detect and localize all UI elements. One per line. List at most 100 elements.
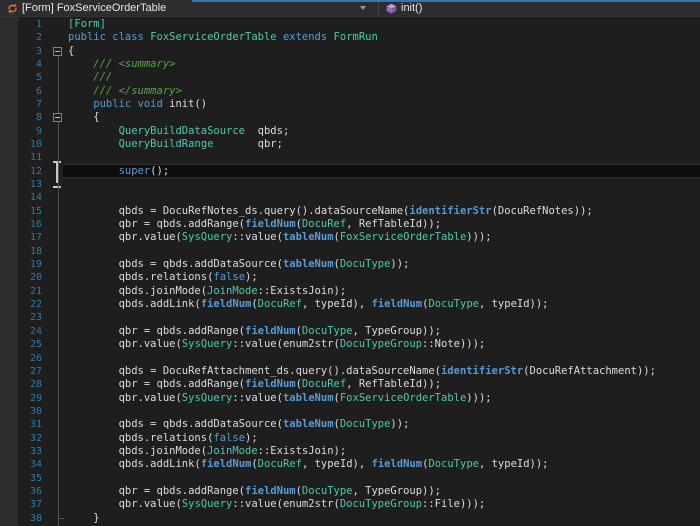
code-line[interactable]: 31 qbds = qbds.addDataSource(tableNum(Do… [0, 418, 700, 432]
code-line-text[interactable]: qbr.value(SysQuery::value(tableNum(FoxSe… [68, 392, 492, 405]
line-number[interactable]: 14 [18, 191, 42, 204]
code-line[interactable]: 17 qbr.value(SysQuery::value(tableNum(Fo… [0, 231, 700, 245]
code-line[interactable]: 10 QueryBuildRange qbr; [0, 138, 700, 152]
line-number[interactable]: 36 [18, 485, 42, 498]
code-line[interactable]: 12 super(); [0, 163, 700, 179]
code-line-text[interactable]: qbds.addLink(fieldNum(DocuRef, typeId), … [68, 458, 549, 471]
code-line[interactable]: 8 { [0, 111, 700, 125]
line-number[interactable]: 32 [18, 432, 42, 445]
line-number[interactable]: 26 [18, 352, 42, 365]
code-line[interactable]: 20 qbds.relations(false); [0, 271, 700, 285]
code-line[interactable]: 38 } [0, 512, 700, 526]
line-number[interactable]: 2 [18, 31, 42, 44]
member-dropdown[interactable]: init() [379, 0, 700, 16]
line-number[interactable]: 37 [18, 498, 42, 511]
code-line-text[interactable]: /// [68, 71, 112, 84]
code-line[interactable]: 1 [Form] [0, 18, 700, 32]
code-line[interactable]: 37 qbr.value(SysQuery::value(enum2str(Do… [0, 498, 700, 512]
line-number[interactable]: 16 [18, 218, 42, 231]
code-line[interactable]: 6 /// </summary> [0, 85, 700, 99]
code-line-text[interactable]: public class FoxServiceOrderTable extend… [68, 31, 378, 44]
code-line[interactable]: 33 qbds.joinMode(JoinMode::ExistsJoin); [0, 445, 700, 459]
code-line[interactable]: 16 qbr = qbds.addRange(fieldNum(DocuRef,… [0, 218, 700, 232]
code-line-text[interactable]: qbds.relations(false); [68, 271, 258, 284]
code-line[interactable]: 3{ [0, 45, 700, 59]
line-number[interactable]: 8 [18, 111, 42, 124]
line-number[interactable]: 24 [18, 325, 42, 338]
line-number[interactable]: 21 [18, 285, 42, 298]
type-dropdown[interactable]: [Form] FoxServiceOrderTable [0, 0, 378, 16]
line-number[interactable]: 10 [18, 138, 42, 151]
code-line[interactable]: 14 [0, 191, 700, 205]
code-line-text[interactable]: qbds = qbds.addDataSource(tableNum(DocuT… [68, 258, 410, 271]
code-line[interactable]: 25 qbr.value(SysQuery::value(enum2str(Do… [0, 338, 700, 352]
code-line[interactable]: 32 qbds.relations(false); [0, 432, 700, 446]
code-line[interactable]: 23 [0, 311, 700, 325]
line-number[interactable]: 18 [18, 245, 42, 258]
code-line-text[interactable]: qbr.value(SysQuery::value(enum2str(DocuT… [68, 498, 486, 511]
line-number[interactable]: 25 [18, 338, 42, 351]
code-line[interactable]: 28 qbr = qbds.addRange(fieldNum(DocuRef,… [0, 378, 700, 392]
code-line-text[interactable]: qbr = qbds.addRange(fieldNum(DocuRef, Re… [68, 218, 441, 231]
code-line[interactable]: 15 qbds = DocuRefNotes_ds.query().dataSo… [0, 205, 700, 219]
code-line[interactable]: 7 public void init() [0, 98, 700, 112]
code-line[interactable]: 22 qbds.addLink(fieldNum(DocuRef, typeId… [0, 298, 700, 312]
code-line[interactable]: 29 qbr.value(SysQuery::value(tableNum(Fo… [0, 392, 700, 406]
line-number[interactable]: 19 [18, 258, 42, 271]
code-line[interactable]: 21 qbds.joinMode(JoinMode::ExistsJoin); [0, 285, 700, 299]
line-number[interactable]: 29 [18, 392, 42, 405]
fold-collapse-box[interactable] [53, 46, 62, 56]
code-line[interactable]: 4 /// <summary> [0, 58, 700, 72]
code-line-text[interactable]: QueryBuildRange qbr; [68, 138, 283, 151]
code-line[interactable]: 24 qbr = qbds.addRange(fieldNum(DocuType… [0, 325, 700, 339]
code-line-text[interactable]: qbds = qbds.addDataSource(tableNum(DocuT… [68, 418, 410, 431]
line-number[interactable]: 13 [18, 178, 42, 191]
line-number[interactable]: 1 [18, 18, 42, 31]
code-line[interactable]: 2 public class FoxServiceOrderTable exten… [0, 31, 700, 45]
line-number[interactable]: 6 [18, 85, 42, 98]
code-line-text[interactable]: /// </summary> [68, 85, 182, 98]
code-line-text[interactable]: qbds = DocuRefNotes_ds.query().dataSourc… [68, 205, 593, 218]
line-number[interactable]: 34 [18, 458, 42, 471]
code-line-text[interactable]: qbr.value(SysQuery::value(tableNum(FoxSe… [68, 231, 492, 244]
line-number[interactable]: 31 [18, 418, 42, 431]
code-line[interactable]: 13 [0, 178, 700, 192]
line-number[interactable]: 30 [18, 405, 42, 418]
code-line-text[interactable]: [Form] [68, 18, 106, 31]
line-number[interactable]: 12 [18, 165, 42, 178]
line-number[interactable]: 35 [18, 472, 42, 485]
code-line-text[interactable]: qbds.joinMode(JoinMode::ExistsJoin); [68, 445, 347, 458]
code-line-text[interactable]: qbr = qbds.addRange(fieldNum(DocuType, T… [68, 325, 441, 338]
code-line-text[interactable]: qbr.value(SysQuery::value(enum2str(DocuT… [68, 338, 486, 351]
code-line[interactable]: 18 [0, 245, 700, 259]
code-line-text[interactable]: qbr = qbds.addRange(fieldNum(DocuRef, Re… [68, 378, 441, 391]
code-line[interactable]: 36 qbr = qbds.addRange(fieldNum(DocuType… [0, 485, 700, 499]
line-number[interactable]: 5 [18, 71, 42, 84]
line-number[interactable]: 23 [18, 311, 42, 324]
line-number[interactable]: 4 [18, 58, 42, 71]
code-line[interactable]: 34 qbds.addLink(fieldNum(DocuRef, typeId… [0, 458, 700, 472]
line-number[interactable]: 11 [18, 151, 42, 164]
line-number[interactable]: 27 [18, 365, 42, 378]
code-line-text[interactable]: super(); [68, 165, 170, 178]
chevron-down-icon[interactable] [360, 6, 366, 10]
code-line[interactable]: 30 [0, 405, 700, 419]
line-number[interactable]: 33 [18, 445, 42, 458]
code-line-text[interactable]: qbds.relations(false); [68, 432, 258, 445]
code-line[interactable]: 26 [0, 352, 700, 366]
code-line[interactable]: 27 qbds = DocuRefAttachment_ds.query().d… [0, 365, 700, 379]
code-area[interactable]: 1 [Form] 2 public class FoxServiceOrderTabl… [0, 17, 700, 526]
line-number[interactable]: 20 [18, 271, 42, 284]
code-line[interactable]: 9 QueryBuildDataSource qbds; [0, 125, 700, 139]
code-line-text[interactable]: { [68, 45, 74, 58]
code-line[interactable]: 5 /// [0, 71, 700, 85]
code-line-text[interactable]: /// <summary> [68, 58, 175, 71]
fold-collapse-box[interactable] [53, 113, 62, 123]
line-number[interactable]: 3 [18, 45, 42, 58]
code-line-text[interactable]: qbds.addLink(fieldNum(DocuRef, typeId), … [68, 298, 549, 311]
code-line[interactable]: 19 qbds = qbds.addDataSource(tableNum(Do… [0, 258, 700, 272]
code-line-text[interactable]: qbds.joinMode(JoinMode::ExistsJoin); [68, 285, 347, 298]
line-number[interactable]: 9 [18, 125, 42, 138]
line-number[interactable]: 7 [18, 98, 42, 111]
line-number[interactable]: 17 [18, 231, 42, 244]
